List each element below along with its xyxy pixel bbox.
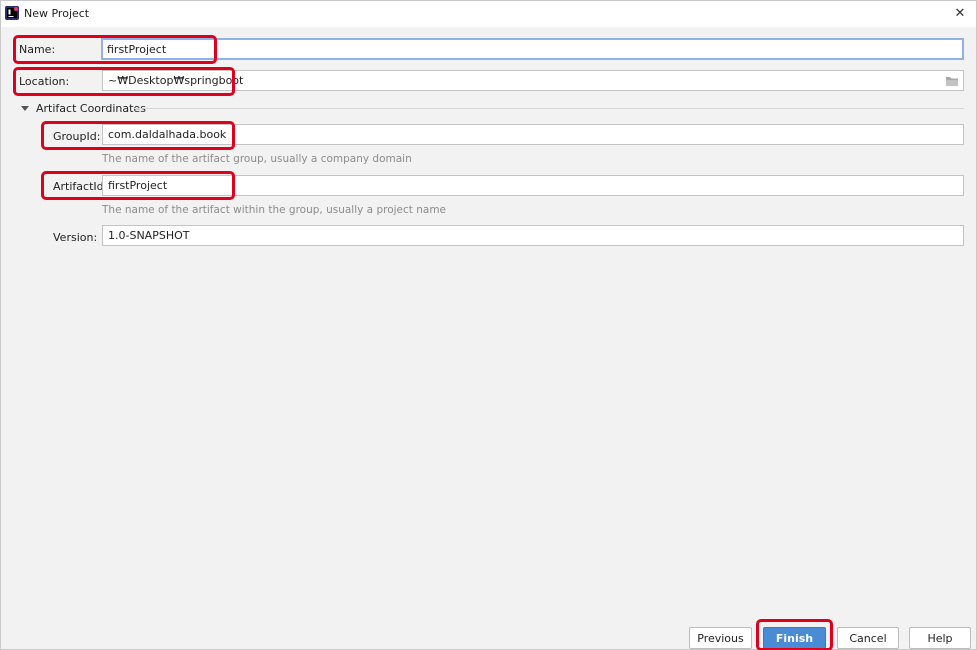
artifact-coordinates-label: Artifact Coordinates	[36, 102, 146, 115]
help-button[interactable]: Help	[909, 627, 971, 649]
groupid-hint: The name of the artifact group, usually …	[102, 153, 412, 165]
section-divider	[134, 108, 964, 109]
name-input[interactable]	[101, 38, 964, 60]
version-label: Version:	[53, 231, 98, 244]
artifactid-input[interactable]	[102, 175, 964, 196]
close-icon: ✕	[954, 5, 966, 21]
expand-triangle-icon	[21, 106, 29, 111]
finish-button[interactable]: Finish	[763, 627, 826, 649]
name-label: Name:	[19, 43, 56, 56]
version-input[interactable]	[102, 225, 964, 246]
artifactid-label: ArtifactId:	[53, 180, 108, 193]
groupid-label: GroupId:	[53, 130, 101, 143]
folder-icon[interactable]	[945, 75, 959, 87]
location-label: Location:	[19, 75, 70, 88]
previous-button[interactable]: Previous	[689, 627, 752, 649]
window-title: New Project	[24, 7, 90, 20]
artifactid-hint: The name of the artifact within the grou…	[102, 204, 447, 216]
location-input[interactable]	[102, 70, 964, 91]
dialog-content: Name: Location: Artifact Coordinates Gro…	[1, 27, 976, 649]
cancel-button[interactable]: Cancel	[837, 627, 899, 649]
artifact-coordinates-toggle[interactable]: Artifact Coordinates	[21, 102, 146, 115]
title-bar: New Project ✕	[1, 1, 976, 27]
groupid-input[interactable]	[102, 124, 964, 145]
close-button[interactable]: ✕	[950, 4, 970, 22]
intellij-icon	[5, 6, 19, 20]
new-project-dialog: New Project ✕ Name: Location: Artifact C…	[0, 0, 977, 650]
